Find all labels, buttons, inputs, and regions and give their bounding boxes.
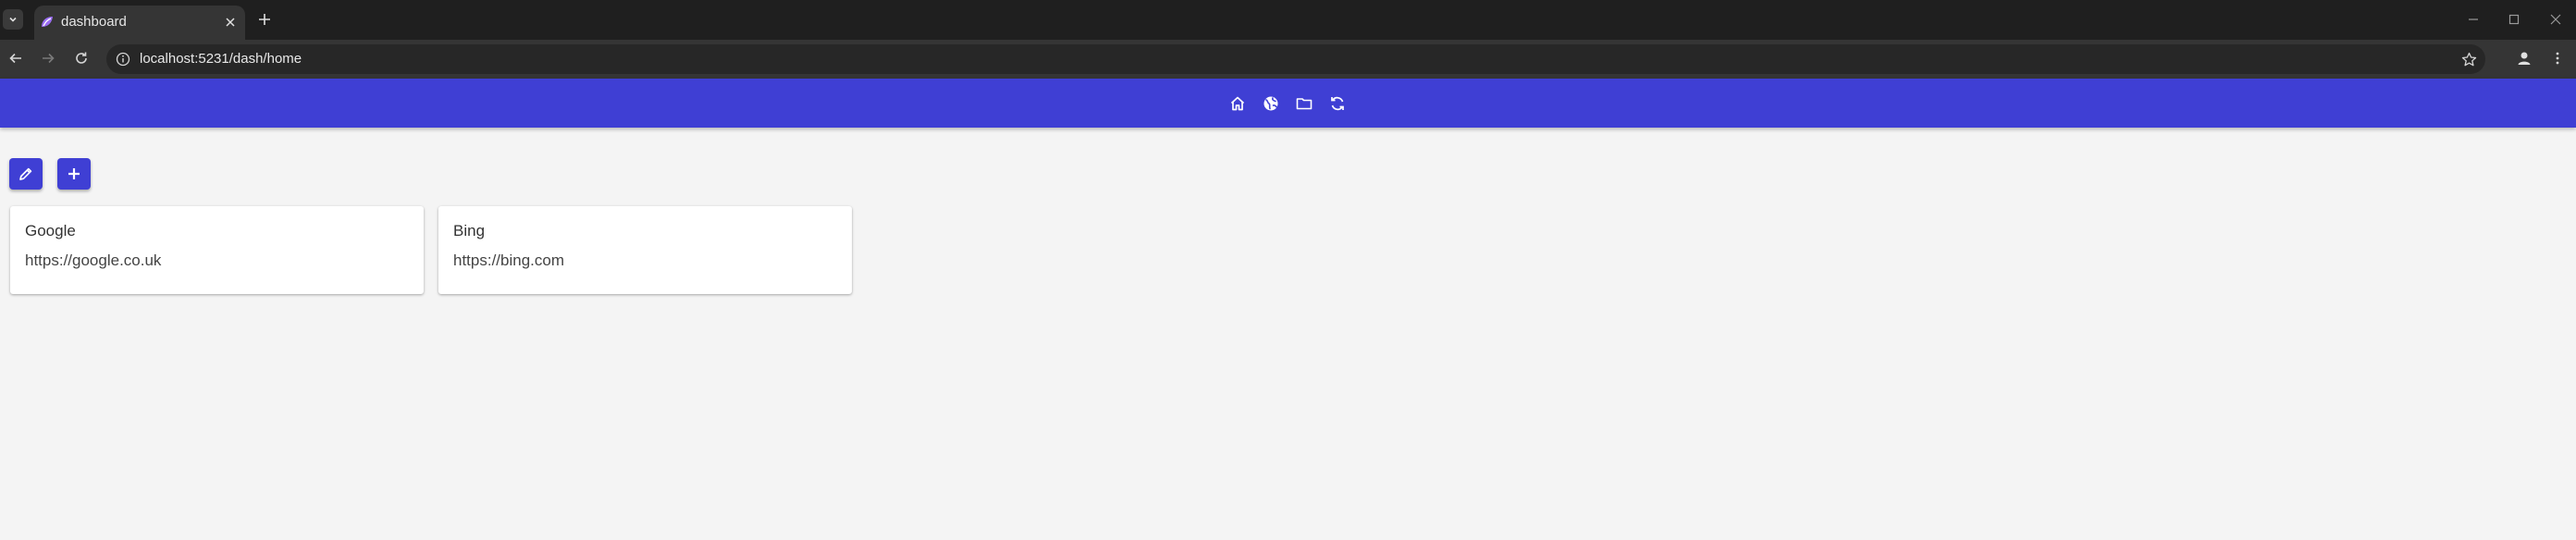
kebab-menu-icon — [2556, 52, 2559, 65]
new-tab-button[interactable] — [255, 10, 274, 29]
app-favicon-icon — [42, 17, 53, 27]
address-bar[interactable]: localhost:5231/dash/home — [106, 44, 2485, 74]
info-icon — [116, 52, 130, 67]
home-icon — [1230, 96, 1245, 111]
minimize-icon — [2469, 18, 2478, 20]
bookmark-button[interactable] — [2459, 50, 2478, 68]
maximize-icon — [2508, 14, 2520, 25]
link-card-google[interactable]: Google https://google.co.uk — [10, 206, 424, 294]
nav-home-button[interactable] — [1227, 93, 1248, 114]
nav-folder-button[interactable] — [1294, 93, 1314, 114]
star-icon — [2461, 52, 2476, 66]
card-url: https://google.co.uk — [25, 252, 162, 269]
app-navbar — [0, 79, 2576, 128]
arrow-right-icon — [43, 53, 55, 64]
tab-close-button[interactable] — [222, 14, 239, 31]
reload-icon — [76, 52, 87, 64]
pencil-icon — [19, 167, 32, 180]
edit-button[interactable] — [9, 158, 43, 190]
close-icon — [226, 18, 235, 27]
forward-button[interactable] — [37, 47, 59, 69]
plus-icon — [259, 14, 270, 25]
window-close-button[interactable] — [2545, 9, 2566, 30]
site-info-button[interactable] — [114, 50, 132, 68]
url-text: localhost:5231/dash/home — [140, 51, 302, 67]
card-title: Google — [25, 222, 76, 239]
add-button[interactable] — [57, 158, 91, 190]
globe-icon — [1263, 96, 1278, 111]
nav-refresh-button[interactable] — [1327, 93, 1348, 114]
card-url: https://bing.com — [453, 252, 565, 269]
close-icon — [2550, 14, 2561, 25]
refresh-icon — [1331, 96, 1344, 111]
profile-icon — [2518, 52, 2531, 65]
folder-icon — [1296, 98, 1313, 110]
back-button[interactable] — [5, 47, 27, 69]
nav-globe-button[interactable] — [1261, 93, 1281, 114]
reload-button[interactable] — [70, 47, 92, 69]
tab-search-button[interactable] — [3, 9, 23, 30]
arrow-left-icon — [9, 53, 21, 64]
link-card-bing[interactable]: Bing https://bing.com — [438, 206, 852, 294]
minimize-button[interactable] — [2463, 9, 2484, 30]
profile-button[interactable] — [2513, 47, 2535, 69]
tab-title: dashboard — [61, 14, 127, 30]
plus-icon — [68, 168, 80, 179]
browser-tab[interactable]: dashboard — [34, 6, 245, 40]
browser-toolbar: localhost:5231/dash/home — [0, 40, 2576, 79]
card-title: Bing — [453, 222, 486, 239]
browser-tabstrip: dashboard — [0, 0, 2576, 40]
maximize-button[interactable] — [2504, 9, 2524, 30]
browser-menu-button[interactable] — [2546, 47, 2569, 69]
chevron-down-icon — [9, 17, 17, 22]
